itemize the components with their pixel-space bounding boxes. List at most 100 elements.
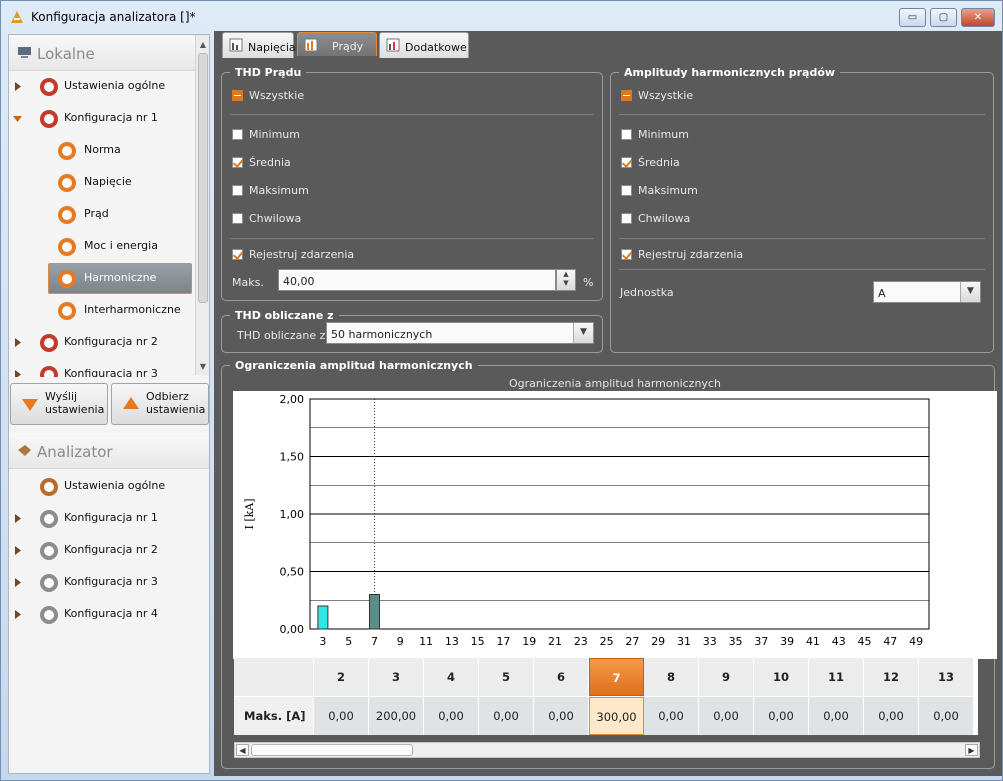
scroll-up-icon[interactable]: ▲ bbox=[197, 39, 209, 51]
chevron-right-icon[interactable] bbox=[13, 577, 21, 587]
amp-unit-select[interactable]: A ▼ bbox=[873, 281, 981, 303]
app-icon bbox=[11, 11, 23, 23]
scroll-thumb[interactable] bbox=[198, 53, 208, 303]
lokalne-header[interactable]: Lokalne bbox=[9, 35, 195, 71]
sidebar-item[interactable]: Konfiguracja nr 1 bbox=[9, 103, 195, 133]
table-header-cell[interactable]: 9 bbox=[699, 658, 754, 696]
sidebar-item[interactable]: Konfiguracja nr 4 bbox=[9, 599, 195, 629]
tab-dodatkowe[interactable]: Dodatkowe bbox=[379, 32, 469, 58]
chevron-down-icon[interactable]: ▼ bbox=[573, 323, 593, 343]
table-header-cell[interactable]: 7 bbox=[589, 658, 644, 696]
table-header-cell[interactable]: 8 bbox=[644, 658, 699, 696]
sidebar-item[interactable]: Norma bbox=[9, 135, 195, 165]
table-scrollbar[interactable]: ◀ ▶ bbox=[234, 742, 980, 758]
table-cell[interactable]: 200,00 bbox=[369, 697, 424, 735]
sidebar-item[interactable]: Konfiguracja nr 3 bbox=[9, 567, 195, 597]
sidebar-item[interactable]: Konfiguracja nr 1 bbox=[9, 503, 195, 533]
table-cell[interactable]: 0,00 bbox=[809, 697, 864, 735]
table-cell[interactable]: 0,00 bbox=[919, 697, 974, 735]
table-header-cell[interactable]: 10 bbox=[754, 658, 809, 696]
x-tick-label: 45 bbox=[858, 635, 872, 648]
thd-calc-group: THD obliczane z THD obliczane z 50 harmo… bbox=[221, 309, 603, 353]
chart-title: Ograniczenia amplitud harmonicznych bbox=[509, 377, 721, 390]
table-header-cell[interactable]: 12 bbox=[864, 658, 919, 696]
sidebar-item[interactable]: Konfiguracja nr 3 bbox=[9, 359, 195, 377]
checkbox-checked-icon bbox=[621, 249, 632, 260]
sidebar-item[interactable]: Moc i energia bbox=[9, 231, 195, 261]
table-cell[interactable]: 0,00 bbox=[314, 697, 369, 735]
maximize-button[interactable]: ▢ bbox=[930, 8, 957, 27]
sidebar-item[interactable]: Interharmoniczne bbox=[9, 295, 195, 325]
table-header-cell[interactable]: 3 bbox=[369, 658, 424, 696]
chevron-right-icon[interactable] bbox=[13, 81, 21, 91]
spin-down-icon[interactable]: ▼ bbox=[563, 279, 568, 287]
table-header-cell[interactable]: 6 bbox=[534, 658, 589, 696]
scroll-down-icon[interactable]: ▼ bbox=[197, 361, 209, 373]
close-button[interactable]: ✕ bbox=[961, 8, 995, 27]
minimize-button[interactable]: ▭ bbox=[899, 8, 926, 27]
thd-all-label: Wszystkie bbox=[249, 89, 305, 102]
sidebar-item[interactable]: Prąd bbox=[9, 199, 195, 229]
analizator-tree: Ustawienia ogólne Konfiguracja nr 1 Konfig… bbox=[9, 471, 209, 631]
table-cell[interactable]: 0,00 bbox=[479, 697, 534, 735]
chevron-right-icon[interactable] bbox=[13, 369, 21, 377]
scroll-right-icon[interactable]: ▶ bbox=[965, 744, 978, 756]
table-header-cell[interactable]: 5 bbox=[479, 658, 534, 696]
option-label: Maksimum bbox=[249, 184, 309, 197]
table-cell[interactable]: 0,00 bbox=[754, 697, 809, 735]
sidebar-item[interactable]: Ustawienia ogólne bbox=[9, 71, 195, 101]
sidebar-item-label: Konfiguracja nr 1 bbox=[64, 511, 158, 524]
sidebar-item-label: Harmoniczne bbox=[84, 271, 157, 284]
tab-napiecia[interactable]: Napięcia bbox=[222, 32, 296, 58]
x-tick-label: 3 bbox=[319, 635, 326, 648]
sidebar-item[interactable]: Napięcie bbox=[9, 167, 195, 197]
bar bbox=[368, 594, 380, 630]
chevron-right-icon[interactable] bbox=[13, 337, 21, 347]
table-header-row: 2 3 4 5 6 7 8 9 10 11 12 13 bbox=[234, 658, 978, 696]
thd-events-label: Rejestruj zdarzenia bbox=[249, 248, 355, 261]
receive-settings-button[interactable]: Odbierz ustawienia bbox=[111, 383, 209, 425]
checkbox-icon bbox=[232, 129, 243, 140]
table-cell[interactable]: 0,00 bbox=[864, 697, 919, 735]
table-cell[interactable]: 0,00 bbox=[644, 697, 699, 735]
sidebar-item[interactable]: Ustawienia ogólne bbox=[9, 471, 195, 501]
scroll-left-icon[interactable]: ◀ bbox=[236, 744, 249, 756]
x-tick-label: 39 bbox=[780, 635, 794, 648]
thd-calc-value: 50 harmonicznych bbox=[331, 328, 433, 341]
chevron-right-icon[interactable] bbox=[13, 545, 21, 555]
thd-max-spinner[interactable]: ▲ ▼ bbox=[556, 269, 576, 291]
thd-max-input[interactable]: 40,00 bbox=[278, 269, 556, 291]
table-cell[interactable]: 0,00 bbox=[424, 697, 479, 735]
chevron-down-icon[interactable]: ▼ bbox=[960, 282, 980, 302]
sidebar-item[interactable]: Konfiguracja nr 2 bbox=[9, 327, 195, 357]
scroll-thumb[interactable] bbox=[251, 744, 413, 756]
thd-max-unit: % bbox=[583, 276, 594, 289]
checkbox-checked-icon bbox=[621, 157, 632, 168]
chevron-down-icon[interactable] bbox=[13, 113, 22, 122]
amp-unit-value: A bbox=[878, 287, 886, 300]
tab-napiecia-label: Napięcia bbox=[248, 41, 296, 54]
tab-prady[interactable]: Prądy bbox=[297, 32, 377, 56]
chevron-right-icon[interactable] bbox=[13, 609, 21, 619]
sidebar-item[interactable]: Harmoniczne bbox=[9, 263, 195, 294]
thd-calc-select[interactable]: 50 harmonicznych ▼ bbox=[326, 322, 594, 344]
table-header-cell[interactable]: 11 bbox=[809, 658, 864, 696]
checkbox-indeterminate-icon bbox=[621, 90, 632, 101]
table-cell[interactable]: 0,00 bbox=[699, 697, 754, 735]
y-tick-label: 0,50 bbox=[280, 566, 305, 579]
table-header-cell[interactable]: 13 bbox=[919, 658, 974, 696]
sidebar-item[interactable]: Konfiguracja nr 2 bbox=[9, 535, 195, 565]
divider bbox=[230, 114, 594, 115]
send-settings-button[interactable]: Wyślij ustawienia bbox=[10, 383, 108, 425]
table-cell[interactable]: 300,00 bbox=[589, 697, 644, 735]
chevron-right-icon[interactable] bbox=[13, 513, 21, 523]
table-header-cell[interactable]: 2 bbox=[314, 658, 369, 696]
analizator-header[interactable]: Analizator bbox=[9, 433, 209, 469]
divider bbox=[619, 114, 985, 115]
table-cell[interactable]: 0,00 bbox=[534, 697, 589, 735]
table-header-cell[interactable]: 4 bbox=[424, 658, 479, 696]
analizator-title: Analizator bbox=[37, 443, 113, 461]
sidebar-scrollbar[interactable]: ▲ ▼ bbox=[195, 35, 209, 375]
sidebar-item-label: Interharmoniczne bbox=[84, 303, 181, 316]
spin-up-icon[interactable]: ▲ bbox=[563, 270, 568, 278]
